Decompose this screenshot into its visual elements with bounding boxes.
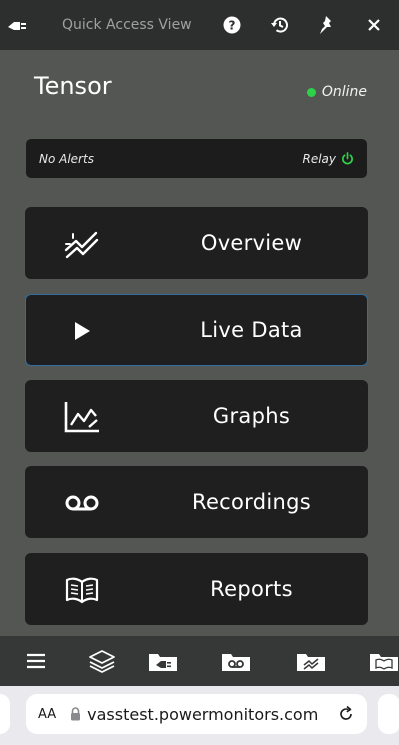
relay-label: Relay [302,151,336,166]
bottom-toolbar [0,636,399,686]
recordings-button[interactable]: Recordings [25,466,368,538]
plug-icon[interactable] [4,0,30,50]
live-data-label: Live Data [200,318,303,342]
overview-button[interactable]: Overview [25,207,368,279]
graph-icon [62,399,102,435]
hamburger-menu-icon[interactable] [24,646,48,676]
folder-reports-icon[interactable] [369,646,399,676]
alert-bar: No Alerts Relay [26,139,367,178]
graphs-button[interactable]: Graphs [25,380,368,452]
reports-button[interactable]: Reports [25,553,368,625]
status-indicator: Online [306,84,367,100]
page-title: Quick Access View [62,17,192,33]
text-size-button[interactable]: AA [38,707,56,722]
relay-status: Relay [302,152,354,166]
voicemail-icon [62,485,102,521]
help-icon[interactable]: ? [221,0,243,50]
pin-icon[interactable] [314,0,338,50]
overview-label: Overview [200,231,303,255]
lock-icon [71,707,81,721]
status-text: Online [321,84,367,100]
power-icon [342,152,353,165]
layers-icon[interactable] [86,646,118,676]
graphs-label: Graphs [212,404,291,428]
previous-tab-card[interactable] [0,694,10,734]
top-bar: Quick Access View ? [0,0,399,50]
overview-icon [62,226,102,262]
url-bar[interactable]: AA vasstest.powermonitors.com [26,694,367,734]
play-icon [62,313,102,349]
folder-overview-icon[interactable] [294,646,328,676]
next-tab-card[interactable] [378,694,399,734]
svg-text:?: ? [229,19,236,33]
live-data-button[interactable]: Live Data [25,294,368,366]
book-icon [62,572,102,608]
alert-text: No Alerts [39,151,94,166]
reports-label: Reports [210,577,293,601]
url-text: vasstest.powermonitors.com [87,704,319,724]
device-name: Tensor [34,72,112,100]
recordings-label: Recordings [192,490,311,514]
folder-plug-icon[interactable] [146,646,180,676]
folder-recordings-icon[interactable] [219,646,253,676]
history-icon[interactable] [268,0,292,50]
browser-bar: AA vasstest.powermonitors.com [0,686,399,745]
reload-icon[interactable] [337,705,355,723]
close-icon[interactable] [363,0,385,50]
status-dot [306,87,316,97]
